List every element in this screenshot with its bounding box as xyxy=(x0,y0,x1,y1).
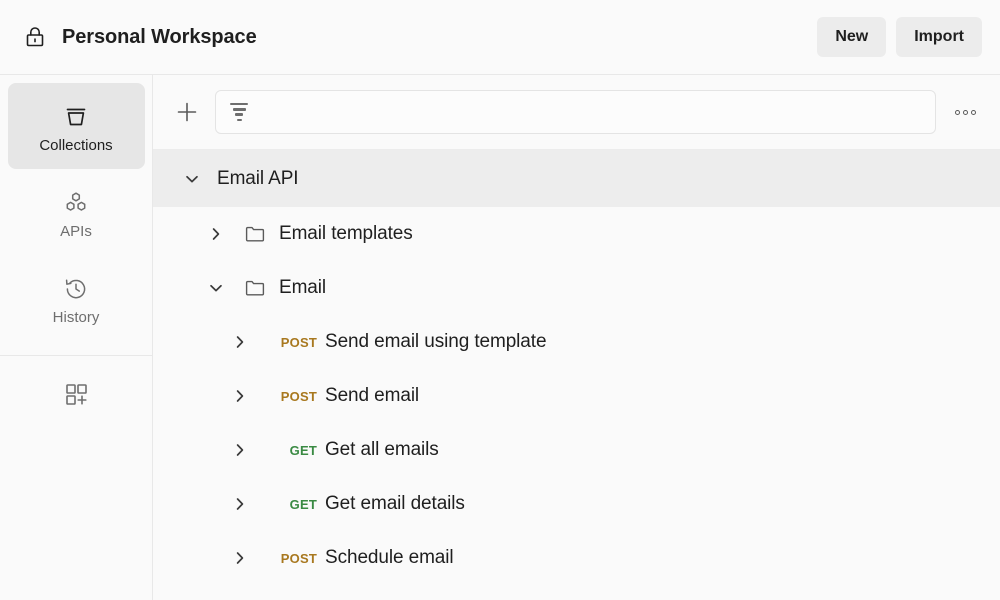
chevron-down-icon[interactable] xyxy=(181,168,203,190)
tree-folder-row[interactable]: Email xyxy=(153,261,1000,315)
history-clock-icon xyxy=(61,272,91,306)
workspace-title: Personal Workspace xyxy=(62,26,257,49)
tree-folder-row[interactable]: Email templates xyxy=(153,207,1000,261)
tree-collection-row[interactable]: Email API xyxy=(153,150,1000,207)
collections-tree: Email API Email templates xyxy=(153,150,1000,600)
chevron-right-icon[interactable] xyxy=(205,223,227,245)
sidebar-item-history[interactable]: History xyxy=(8,255,145,341)
collections-bucket-icon xyxy=(61,100,91,134)
request-label: Send email using template xyxy=(325,331,546,353)
tree-request-row[interactable]: POST Schedule email xyxy=(153,531,1000,585)
sidebar-item-apis[interactable]: APIs xyxy=(8,169,145,255)
more-dot xyxy=(963,110,968,115)
workspace-body: Collections APIs xyxy=(0,75,1000,600)
workspace-header: Personal Workspace New Import xyxy=(0,0,1000,75)
filter-icon xyxy=(228,101,250,123)
search-filter-box[interactable] xyxy=(215,90,936,134)
request-label: Schedule email xyxy=(325,547,454,569)
lock-icon xyxy=(22,24,48,50)
sidebar-item-collections[interactable]: Collections xyxy=(8,83,145,169)
request-label: Get all emails xyxy=(325,439,439,461)
folder-label: Email templates xyxy=(279,223,413,245)
request-method-badge: GET xyxy=(263,497,317,512)
chevron-right-icon[interactable] xyxy=(229,385,251,407)
search-input[interactable] xyxy=(258,104,923,121)
sidebar-item-history-label: History xyxy=(53,310,100,325)
chevron-right-icon[interactable] xyxy=(229,439,251,461)
request-method-badge: POST xyxy=(263,335,317,350)
more-dot xyxy=(955,110,960,115)
tree-request-row[interactable]: GET Get email details xyxy=(153,477,1000,531)
tree-request-row[interactable]: POST Send email xyxy=(153,369,1000,423)
folder-icon xyxy=(243,222,267,246)
chevron-right-icon[interactable] xyxy=(229,547,251,569)
folder-icon xyxy=(243,276,267,300)
apis-hexagons-icon xyxy=(61,186,91,220)
tree-request-row[interactable]: POST Send email using template xyxy=(153,315,1000,369)
request-method-badge: POST xyxy=(263,551,317,566)
folder-label: Email xyxy=(279,277,326,299)
new-button[interactable]: New xyxy=(817,17,886,57)
sidebar-item-apis-label: APIs xyxy=(60,224,92,239)
more-dot xyxy=(971,110,976,115)
chevron-right-icon[interactable] xyxy=(229,493,251,515)
left-rail: Collections APIs xyxy=(0,75,153,600)
tree-request-row[interactable]: GET Get all emails xyxy=(153,423,1000,477)
collection-label: Email API xyxy=(217,168,298,190)
request-method-badge: GET xyxy=(263,443,317,458)
request-method-badge: POST xyxy=(263,389,317,404)
app-window: Personal Workspace New Import Collection… xyxy=(0,0,1000,600)
import-button[interactable]: Import xyxy=(896,17,982,57)
sidebar-item-collections-label: Collections xyxy=(39,138,112,153)
collections-panel: Email API Email templates xyxy=(153,75,1000,600)
request-label: Get email details xyxy=(325,493,465,515)
sidebar-item-add-module[interactable] xyxy=(8,356,145,436)
more-options-icon[interactable] xyxy=(948,95,982,129)
chevron-right-icon[interactable] xyxy=(229,331,251,353)
collections-toolbar xyxy=(153,75,1000,150)
chevron-down-icon[interactable] xyxy=(205,277,227,299)
plus-icon[interactable] xyxy=(169,94,205,130)
request-label: Send email xyxy=(325,385,419,407)
add-module-grid-icon xyxy=(61,377,91,411)
